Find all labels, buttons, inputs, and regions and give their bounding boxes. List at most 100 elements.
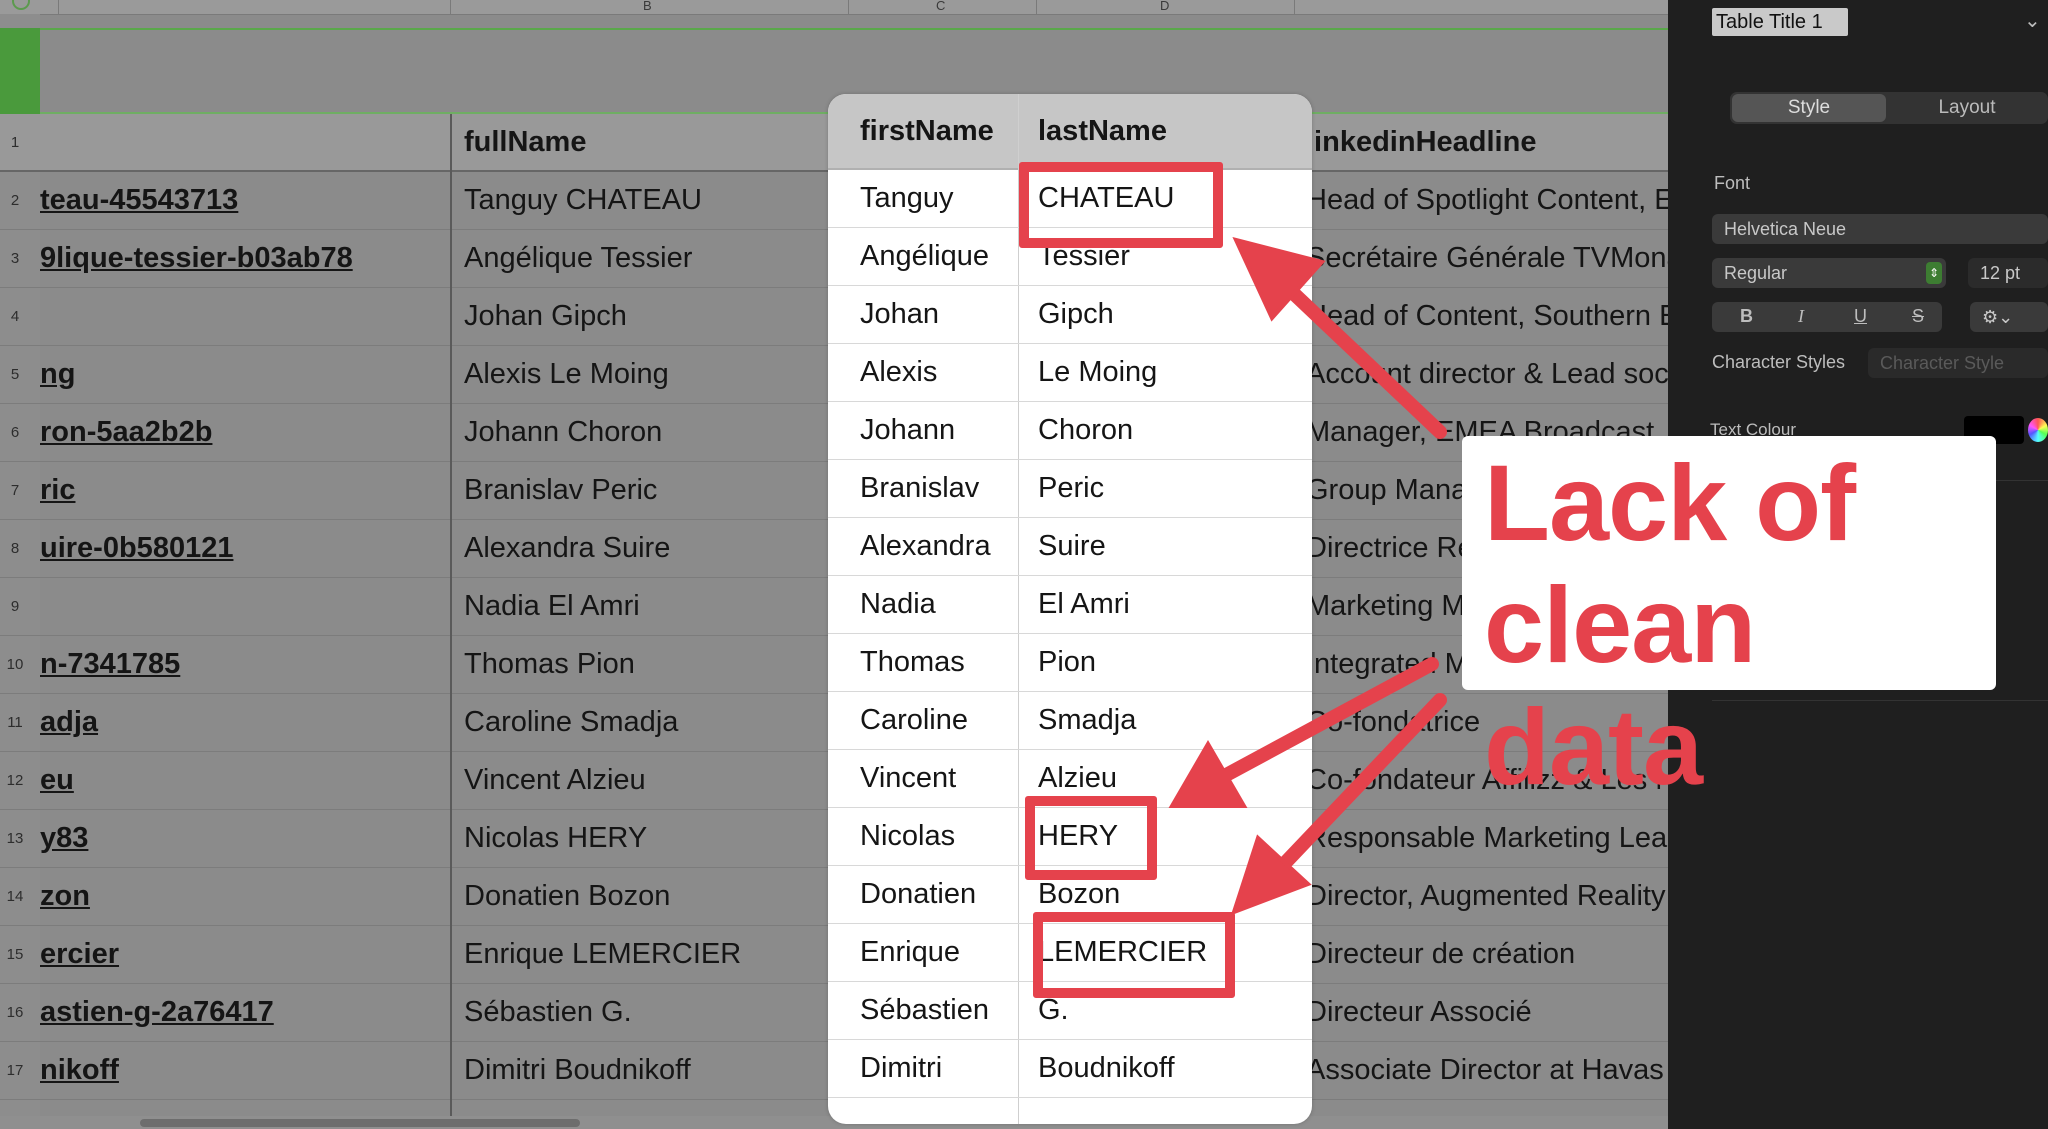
cell-profile-url[interactable]: ron-5aa2b2b [40, 404, 448, 461]
column-letter-d[interactable]: D [1160, 0, 1169, 13]
row-number[interactable]: 16 [0, 1004, 30, 1021]
cell-profile-url[interactable]: uire-0b580121 [40, 520, 448, 577]
cell-last-name[interactable]: Suire [1018, 518, 1106, 575]
cell-profile-url[interactable]: adja [40, 694, 448, 751]
cell-last-name[interactable]: Le Moing [1018, 344, 1157, 401]
header-last-name[interactable]: lastName [1018, 94, 1167, 168]
cell-last-name[interactable]: Boudnikoff [1018, 1040, 1175, 1097]
cell-full-name[interactable]: Thomas Pion [452, 636, 844, 693]
row-number[interactable]: 14 [0, 888, 30, 905]
cell-profile-url[interactable]: eu [40, 752, 448, 809]
cell-full-name[interactable]: Dimitri Boudnikoff [452, 1042, 844, 1099]
row-number[interactable]: 15 [0, 946, 30, 963]
italic-button[interactable]: I [1798, 306, 1804, 327]
gear-icon[interactable]: ⚙⌄ [1970, 302, 2048, 332]
cell-full-name[interactable]: Caroline Smadja [452, 694, 844, 751]
cell-full-name[interactable]: Johan Gipch [452, 288, 844, 345]
header-first-name[interactable]: firstName [828, 94, 994, 168]
cell-linkedin-headline[interactable]: Director, Augmented Reality [1294, 868, 1668, 925]
cell-profile-url[interactable]: ng [40, 346, 448, 403]
row-number[interactable]: 12 [0, 772, 30, 789]
cell-last-name[interactable]: El Amri [1018, 576, 1130, 633]
cell-first-name[interactable]: Alexandra [828, 518, 991, 575]
cell-full-name[interactable]: Enrique LEMERCIER [452, 926, 844, 983]
cell-profile-url[interactable]: nikoff [40, 1042, 448, 1099]
chevron-down-icon[interactable]: ⌄ [2024, 8, 2041, 33]
cell-last-name[interactable]: Gipch [1018, 286, 1114, 343]
cell-linkedin-headline[interactable]: Associate Director at Havas [1294, 1042, 1668, 1099]
cell-first-name[interactable]: Vincent [828, 750, 956, 807]
cell-first-name[interactable]: Tanguy [828, 170, 954, 227]
row-number[interactable]: 5 [0, 366, 30, 383]
cell-first-name[interactable]: Nadia [828, 576, 936, 633]
cell-full-name[interactable]: Nicolas HERY [452, 810, 844, 867]
cell-last-name[interactable]: Choron [1018, 402, 1133, 459]
cell-profile-url[interactable]: y83 [40, 810, 448, 867]
header-linkedin-headline[interactable]: linkedinHeadline [1294, 114, 1668, 170]
cell-first-name[interactable]: Angélique [828, 228, 989, 285]
cell-full-name[interactable]: Alexis Le Moing [452, 346, 844, 403]
column-letter-c[interactable]: C [936, 0, 945, 13]
cell-linkedin-headline[interactable]: Secrétaire Générale TVMona [1294, 230, 1668, 287]
stepper-icon[interactable]: ⇕ [1926, 262, 1942, 284]
cell-profile-url[interactable]: teau-45543713 [40, 172, 448, 229]
table-title-field[interactable]: Table Title 1 [1712, 8, 1848, 36]
cell-last-name[interactable]: Peric [1018, 460, 1104, 517]
table-handle-icon[interactable] [12, 0, 30, 10]
cell-last-name[interactable]: Pion [1018, 634, 1096, 691]
cell-profile-url[interactable]: n-7341785 [40, 636, 448, 693]
row-number[interactable]: 11 [0, 714, 30, 731]
tab-style[interactable]: Style [1732, 94, 1886, 122]
cell-linkedin-headline[interactable]: Responsable Marketing Lea [1294, 810, 1668, 867]
cell-profile-url[interactable] [40, 288, 448, 345]
cell-first-name[interactable]: Donatien [828, 866, 976, 923]
cell-first-name[interactable]: Johann [828, 402, 955, 459]
cell-profile-url[interactable] [40, 578, 448, 635]
row-number[interactable]: 17 [0, 1062, 30, 1079]
row-number[interactable]: 10 [0, 656, 30, 673]
cell-full-name[interactable]: Angélique Tessier [452, 230, 844, 287]
header-profile-url[interactable] [40, 114, 448, 170]
cell-full-name[interactable]: Vincent Alzieu [452, 752, 844, 809]
cell-first-name[interactable]: Branislav [828, 460, 979, 517]
cell-full-name[interactable]: Alexandra Suire [452, 520, 844, 577]
row-number[interactable]: 6 [0, 424, 30, 441]
cell-linkedin-headline[interactable]: Directeur de création [1294, 926, 1668, 983]
row-number[interactable]: 13 [0, 830, 30, 847]
tab-layout[interactable]: Layout [1890, 94, 2044, 122]
scrollbar-thumb[interactable] [140, 1119, 580, 1127]
cell-full-name[interactable]: Branislav Peric [452, 462, 844, 519]
column-letter-b[interactable]: B [643, 0, 652, 13]
row-number[interactable]: 1 [0, 134, 30, 151]
row-number[interactable]: 9 [0, 598, 30, 615]
cell-first-name[interactable]: Nicolas [828, 808, 955, 865]
cell-full-name[interactable]: Johann Choron [452, 404, 844, 461]
character-style-select[interactable]: Character Style [1868, 348, 2048, 378]
font-style-select[interactable]: Regular [1712, 258, 1946, 288]
cell-profile-url[interactable]: zon [40, 868, 448, 925]
row-number[interactable]: 2 [0, 192, 30, 209]
strike-button[interactable]: S [1912, 306, 1924, 327]
cell-first-name[interactable]: Johan [828, 286, 939, 343]
title-row-selection-bar[interactable] [0, 28, 40, 114]
cell-last-name[interactable]: Smadja [1018, 692, 1136, 749]
row-number[interactable]: 3 [0, 250, 30, 267]
row-number[interactable]: 7 [0, 482, 30, 499]
cell-full-name[interactable]: Sébastien G. [452, 984, 844, 1041]
cell-linkedin-headline[interactable]: Account director & Lead soc [1294, 346, 1668, 403]
font-size-field[interactable]: 12 pt [1968, 258, 2048, 288]
cell-full-name[interactable]: Donatien Bozon [452, 868, 844, 925]
cell-profile-url[interactable]: 9lique-tessier-b03ab78 [40, 230, 448, 287]
row-number[interactable]: 4 [0, 308, 30, 325]
font-family-select[interactable]: Helvetica Neue [1712, 214, 2048, 244]
cell-profile-url[interactable]: ric [40, 462, 448, 519]
cell-linkedin-headline[interactable]: Head of Content, Southern E [1294, 288, 1668, 345]
cell-linkedin-headline[interactable]: Directeur Associé [1294, 984, 1668, 1041]
cell-full-name[interactable]: Nadia El Amri [452, 578, 844, 635]
cell-full-name[interactable]: Tanguy CHATEAU [452, 172, 844, 229]
cell-first-name[interactable]: Caroline [828, 692, 968, 749]
cell-first-name[interactable]: Dimitri [828, 1040, 942, 1097]
cell-first-name[interactable]: Thomas [828, 634, 965, 691]
cell-first-name[interactable]: Sébastien [828, 982, 989, 1039]
colour-wheel-icon[interactable] [2028, 418, 2048, 442]
